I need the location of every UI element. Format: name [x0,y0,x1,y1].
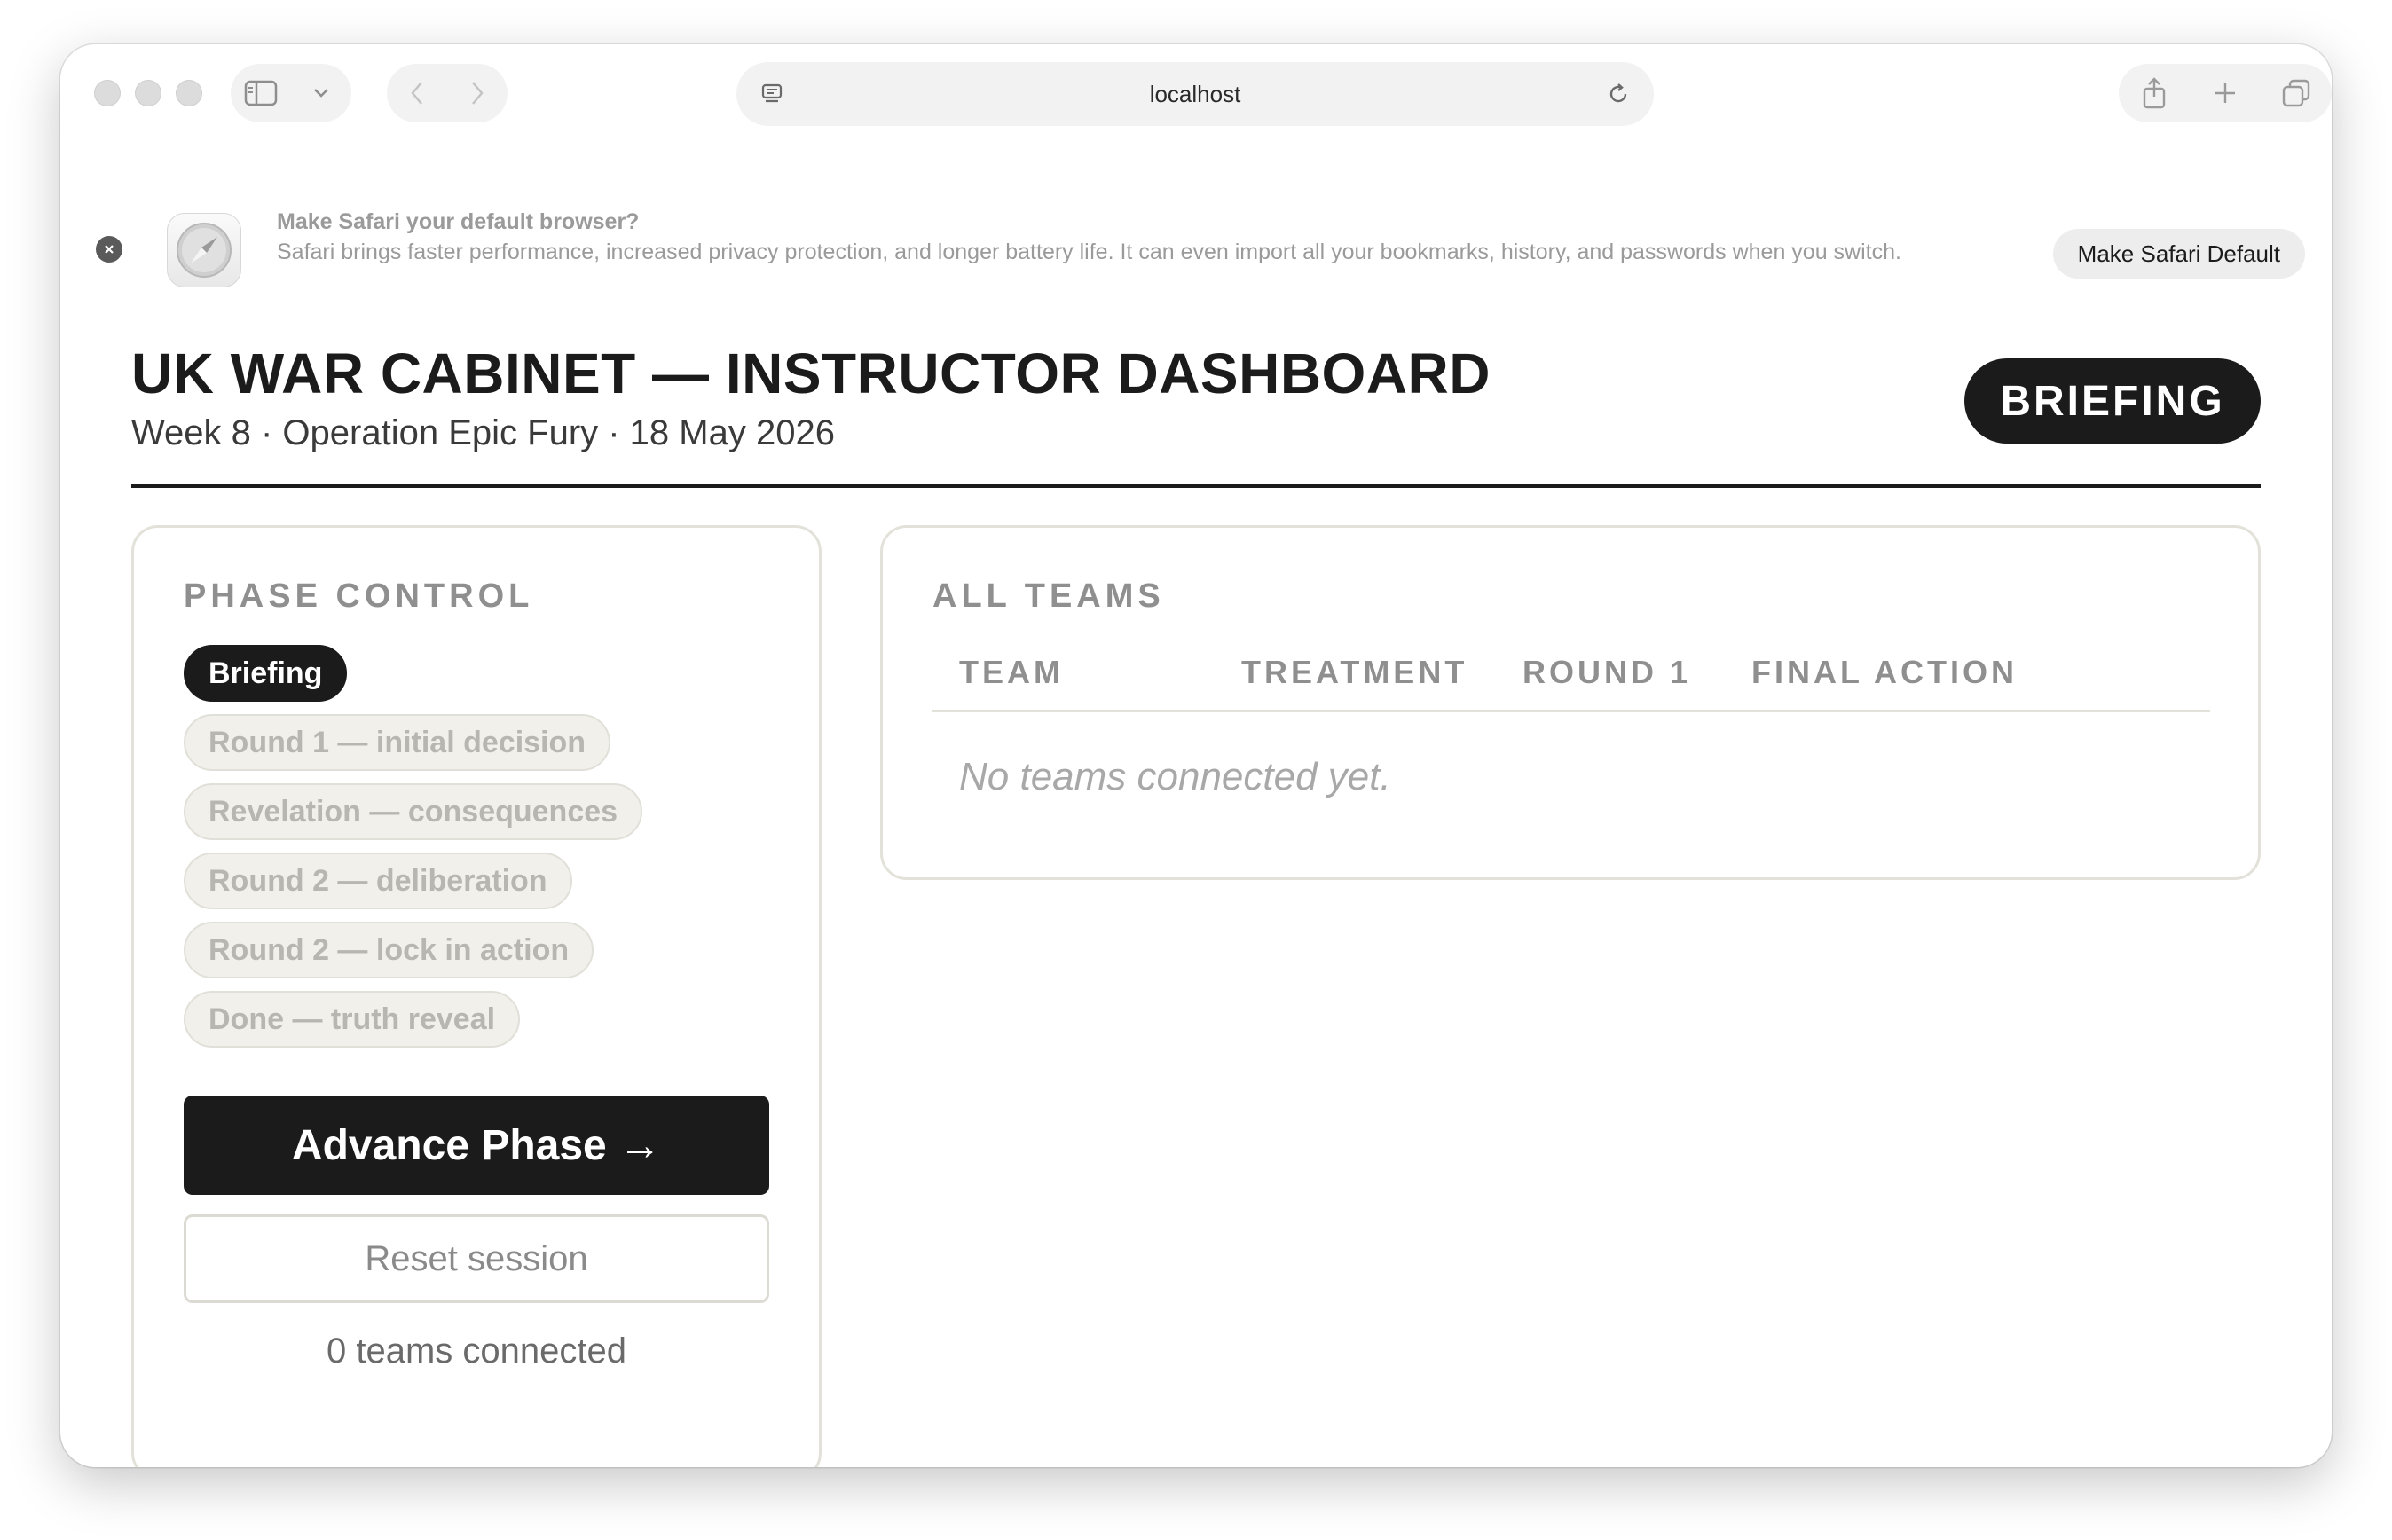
sidebar-controls [231,64,351,122]
window-tools [2119,64,2332,122]
teams-table-header: TEAM TREATMENT ROUND 1 FINAL ACTION [932,654,2210,712]
close-icon[interactable] [96,236,122,263]
forward-icon[interactable] [452,68,502,118]
page-subtitle: Week 8 · Operation Epic Fury · 18 May 20… [131,413,835,452]
phase-briefing[interactable]: Briefing [184,645,348,702]
browser-toolbar: localhost [60,44,2332,140]
banner-text: Safari brings faster performance, increa… [277,240,1901,264]
empty-teams-message: No teams connected yet. [959,755,1391,798]
close-window-button[interactable] [94,80,121,106]
reset-session-button[interactable]: Reset session [184,1214,769,1303]
banner-title: Make Safari your default browser? [277,209,640,234]
safari-icon [167,213,241,287]
page-title: UK WAR CABINET — INSTRUCTOR DASHBOARD [131,342,1491,405]
phase-badge: BRIEFING [1964,358,2261,444]
column-header-final-action: FINAL ACTION [1751,654,2018,690]
advance-phase-button[interactable]: Advance Phase → [184,1096,769,1195]
teams-connected-count: 0 teams connected [327,1332,626,1371]
browser-window: localhost Make Safari your default brows… [60,44,2332,1467]
reload-icon[interactable] [1602,78,1634,110]
phase-list: Briefing Round 1 — initial decision Reve… [184,645,643,1048]
default-browser-banner: Make Safari your default browser? Safari… [60,186,2332,310]
phase-round-1[interactable]: Round 1 — initial decision [184,714,611,771]
phase-round-2-lock[interactable]: Round 2 — lock in action [184,922,594,978]
share-icon[interactable] [2128,67,2181,120]
phase-control-title: PHASE CONTROL [184,578,534,615]
minimize-window-button[interactable] [135,80,161,106]
address-bar[interactable]: localhost [736,62,1654,126]
column-header-round-1: ROUND 1 [1523,654,1692,690]
url-text: localhost [1149,80,1241,107]
phase-done[interactable]: Done — truth reveal [184,991,521,1048]
chevron-down-icon[interactable] [296,68,346,118]
back-icon[interactable] [392,68,442,118]
column-header-team: TEAM [959,654,1064,690]
column-header-treatment: TREATMENT [1241,654,1468,690]
tabs-icon[interactable] [2270,67,2323,120]
navigation-controls [387,64,508,122]
header-divider [131,484,2261,488]
all-teams-title: ALL TEAMS [932,578,1165,615]
zoom-window-button[interactable] [176,80,202,106]
all-teams-card: ALL TEAMS TEAM TREATMENT ROUND 1 FINAL A… [880,525,2261,880]
phase-round-2-deliberation[interactable]: Round 2 — deliberation [184,852,572,909]
sidebar-icon[interactable] [236,68,286,118]
phase-control-card: PHASE CONTROL Briefing Round 1 — initial… [131,525,822,1467]
make-safari-default-button[interactable]: Make Safari Default [2052,229,2305,279]
phase-revelation[interactable]: Revelation — consequences [184,783,643,840]
plus-icon[interactable] [2199,67,2252,120]
page-icon[interactable] [756,78,788,110]
